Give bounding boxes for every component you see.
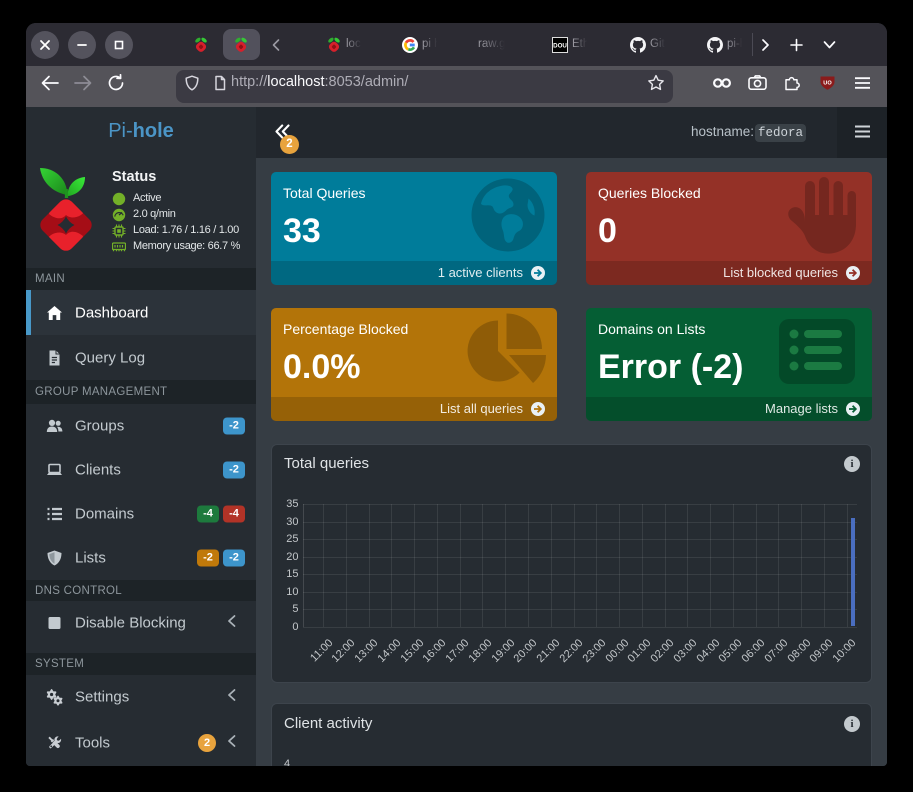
svg-text:DOU: DOU: [553, 43, 567, 50]
svg-text:UO: UO: [823, 81, 832, 87]
